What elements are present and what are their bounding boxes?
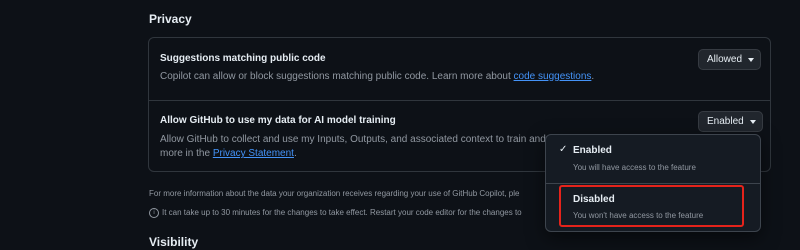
menu-option-label: Enabled: [573, 145, 612, 156]
highlight-box: [559, 185, 744, 227]
visibility-section-title: Visibility: [149, 235, 199, 249]
suggestions-description: Copilot can allow or block suggestions m…: [160, 69, 594, 85]
suggestions-select-value: Allowed: [707, 54, 743, 65]
code-suggestions-link[interactable]: code suggestions: [514, 71, 592, 82]
training-desc-suffix: .: [293, 148, 297, 159]
training-select-button[interactable]: Enabled: [698, 111, 763, 132]
check-icon: ✓: [559, 144, 568, 155]
suggestions-select-button[interactable]: Allowed: [698, 49, 762, 70]
suggestions-title: Suggestions matching public code: [160, 53, 326, 64]
menu-option-desc: You will have access to the feature: [573, 163, 696, 172]
training-dropdown-menu: ✓ Enabled You will have access to the fe…: [545, 134, 761, 232]
training-select-value: Enabled: [707, 116, 744, 127]
changes-info-text: i It can take up to 30 minutes for the ch…: [149, 208, 522, 218]
privacy-section-title: Privacy: [149, 12, 192, 26]
training-title: Allow GitHub to use my data for AI model…: [160, 115, 396, 126]
menu-option-enabled[interactable]: ✓ Enabled You will have access to the fe…: [546, 135, 760, 183]
training-desc-prefix: more in the: [160, 148, 213, 159]
chevron-down-icon: [749, 119, 756, 124]
info-icon: i: [149, 208, 159, 218]
changes-info-label: It can take up to 30 minutes for the cha…: [162, 208, 522, 218]
training-description-line2: more in the Privacy Statement.: [160, 146, 297, 162]
row-divider: [149, 100, 770, 101]
data-info-text: For more information about the data your…: [149, 189, 520, 198]
suggestions-desc-text: Copilot can allow or block suggestions m…: [160, 71, 514, 82]
privacy-statement-link[interactable]: Privacy Statement: [213, 148, 294, 159]
suggestions-desc-suffix: .: [591, 71, 595, 82]
chevron-down-icon: [748, 57, 755, 62]
